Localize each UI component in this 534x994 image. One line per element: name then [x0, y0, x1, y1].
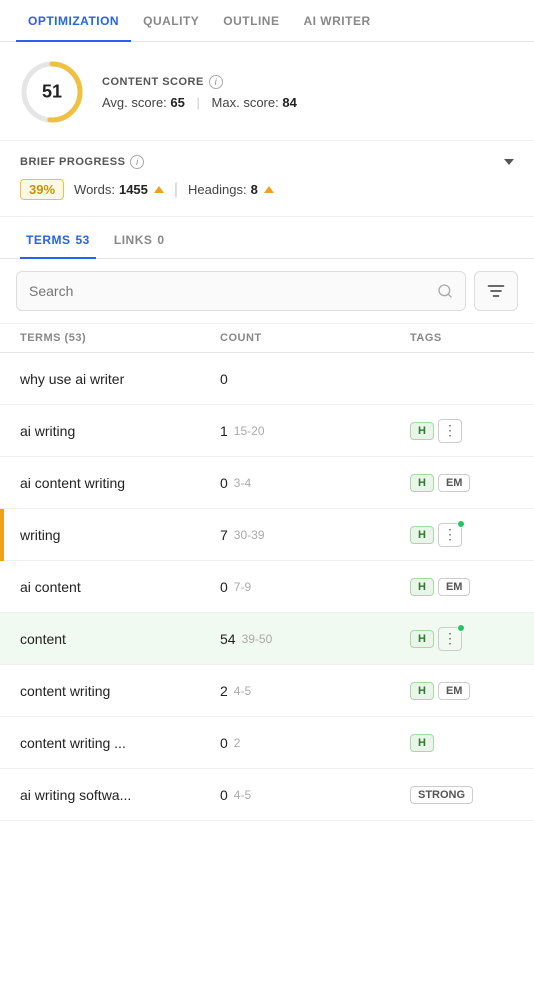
sub-tabs: TERMS 53 LINKS 0 [0, 221, 534, 259]
count-cell: 04-5 [220, 787, 410, 803]
tag-h: H [410, 526, 434, 544]
search-row [0, 259, 534, 324]
green-dot-indicator [457, 624, 465, 632]
dots-menu-button[interactable]: ⋮ [438, 419, 462, 443]
tab-quality[interactable]: QUALITY [131, 0, 211, 42]
tags-cell: STRONG [410, 786, 514, 804]
count-cell: 24-5 [220, 683, 410, 699]
term-cell: ai content writing [20, 475, 220, 491]
table-header: TERMS (53) COUNT TAGS [0, 324, 534, 353]
count-cell: 0 [220, 371, 410, 387]
dots-menu-button[interactable]: ⋮ [438, 627, 462, 651]
tab-outline[interactable]: OUTLINE [211, 0, 291, 42]
left-accent-bar [0, 509, 4, 561]
table-row: writing730-39H⋮ [0, 509, 534, 561]
term-cell: why use ai writer [20, 371, 220, 387]
count-cell: 730-39 [220, 527, 410, 543]
score-circle: 51 [20, 60, 84, 124]
tags-cell: HEM [410, 474, 514, 492]
search-icon [437, 283, 453, 299]
brief-stats: 39% Words: 1455 | Headings: 8 [20, 179, 514, 200]
term-cell: content writing ... [20, 735, 220, 751]
tag-h: H [410, 474, 434, 492]
table-row: content writing24-5HEM [0, 665, 534, 717]
sub-tab-links[interactable]: LINKS 0 [108, 221, 171, 259]
brief-words-stat: Words: 1455 [74, 182, 164, 197]
col-header-terms: TERMS (53) [20, 332, 220, 344]
dots-menu-button[interactable]: ⋮ [438, 523, 462, 547]
tag-em: EM [438, 682, 471, 700]
brief-progress-section: BRIEF PROGRESS i 39% Words: 1455 | Headi… [0, 141, 534, 217]
brief-info-icon[interactable]: i [130, 155, 144, 169]
tag-h: H [410, 422, 434, 440]
tag-strong: STRONG [410, 786, 473, 804]
table-row: content5439-50H⋮ [0, 613, 534, 665]
filter-button[interactable] [474, 271, 518, 311]
count-cell: 07-9 [220, 579, 410, 595]
term-cell: ai writing [20, 423, 220, 439]
content-score-section: 51 CONTENT SCORE i Avg. score: 65 | Max.… [0, 42, 534, 141]
tag-h: H [410, 682, 434, 700]
headings-arrow-up-icon [264, 186, 274, 193]
table-row: content writing ...02H [0, 717, 534, 769]
score-title: CONTENT SCORE i [102, 75, 514, 89]
brief-header: BRIEF PROGRESS i [20, 155, 514, 169]
tag-em: EM [438, 578, 471, 596]
col-header-count: COUNT [220, 332, 410, 344]
term-cell: content [20, 631, 220, 647]
table-row: ai writing softwa...04-5STRONG [0, 769, 534, 821]
count-cell: 03-4 [220, 475, 410, 491]
brief-headings-stat: Headings: 8 [188, 182, 274, 197]
brief-percentage-badge: 39% [20, 179, 64, 200]
table-row: why use ai writer0 [0, 353, 534, 405]
tab-ai-writer[interactable]: AI WRITER [291, 0, 382, 42]
words-arrow-up-icon [154, 186, 164, 193]
content-score-info-icon[interactable]: i [209, 75, 223, 89]
tags-cell: H⋮ [410, 419, 514, 443]
sub-tab-terms[interactable]: TERMS 53 [20, 221, 96, 259]
brief-title: BRIEF PROGRESS i [20, 155, 144, 169]
score-averages: Avg. score: 65 | Max. score: 84 [102, 95, 514, 110]
score-number: 51 [42, 82, 62, 103]
green-dot-indicator [457, 520, 465, 528]
count-cell: 115-20 [220, 423, 410, 439]
tags-cell: H [410, 734, 514, 752]
tab-optimization[interactable]: OPTIMIZATION [16, 0, 131, 42]
tag-em: EM [438, 474, 471, 492]
tags-cell: H⋮ [410, 523, 514, 547]
table-body: why use ai writer0ai writing115-20H⋮ai c… [0, 353, 534, 821]
count-cell: 5439-50 [220, 631, 410, 647]
term-cell: content writing [20, 683, 220, 699]
tag-h: H [410, 578, 434, 596]
table-row: ai content07-9HEM [0, 561, 534, 613]
tags-cell: HEM [410, 578, 514, 596]
term-cell: ai content [20, 579, 220, 595]
search-box [16, 271, 466, 311]
table-row: ai writing115-20H⋮ [0, 405, 534, 457]
search-input[interactable] [29, 283, 429, 299]
tags-cell: H⋮ [410, 627, 514, 651]
term-cell: ai writing softwa... [20, 787, 220, 803]
brief-collapse-icon[interactable] [504, 159, 514, 165]
table-row: ai content writing03-4HEM [0, 457, 534, 509]
count-cell: 02 [220, 735, 410, 751]
tag-h: H [410, 630, 434, 648]
term-cell: writing [20, 527, 220, 543]
tags-cell: HEM [410, 682, 514, 700]
tag-h: H [410, 734, 434, 752]
col-header-tags: TAGS [410, 332, 514, 344]
nav-tabs: OPTIMIZATION QUALITY OUTLINE AI WRITER [0, 0, 534, 42]
score-details: CONTENT SCORE i Avg. score: 65 | Max. sc… [102, 75, 514, 110]
